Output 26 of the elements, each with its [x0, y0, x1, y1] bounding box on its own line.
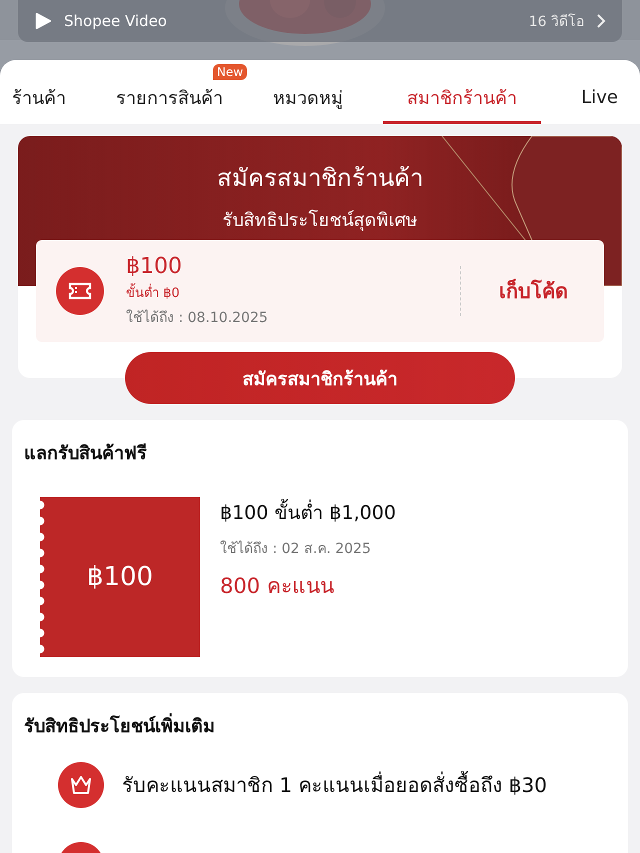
ticket-icon	[56, 267, 104, 315]
reward-title: ฿100 ขั้นต่ำ ฿1,000	[220, 497, 396, 527]
join-membership-button[interactable]: สมัครสมาชิกร้านค้า	[125, 352, 515, 404]
membership-subtitle: รับสิทธิประโยชน์สุดพิเศษ	[222, 208, 418, 233]
membership-title: สมัครสมาชิกร้านค้า	[217, 163, 423, 194]
voucher-min-spend: ขั้นต่ำ ฿0	[126, 282, 438, 303]
tab[interactable]: หมวดหมู่	[263, 60, 354, 124]
reward-points: 800 คะแนน	[220, 573, 335, 600]
video-bar-title: Shopee Video	[64, 12, 168, 30]
video-count: 16 วิดีโอ	[528, 12, 584, 32]
collect-code-button[interactable]: เก็บโค้ด	[483, 275, 584, 307]
play-icon	[34, 12, 52, 30]
tab[interactable]: Live	[571, 60, 628, 124]
chevron-right-icon	[596, 13, 606, 29]
reward-expiry: ใช้ได้ถึง : 02 ส.ค. 2025	[220, 540, 372, 559]
voucher-expiry: ใช้ได้ถึง : 08.10.2025	[126, 308, 269, 328]
video-bar[interactable]: Shopee Video 16 วิดีโอ	[18, 0, 622, 42]
section-title: รับสิทธิประโยชน์เพิ่มเติม	[24, 711, 616, 740]
tab[interactable]: สมาชิกร้านค้า	[383, 60, 542, 124]
new-badge: New	[212, 64, 248, 80]
voucher-stamp[interactable]: ฿100	[40, 497, 200, 657]
crown-icon	[58, 762, 104, 808]
section-title: แลกรับสินค้าฟรี	[24, 442, 148, 466]
benefit-text: รับคะแนนสมาชิก 1 คะแนนเมื่อยอดสั่งซื้อถึง ฿30	[122, 769, 547, 801]
tab[interactable]: ร้านค้า	[2, 60, 76, 124]
voucher-amount: ฿100	[126, 254, 183, 279]
